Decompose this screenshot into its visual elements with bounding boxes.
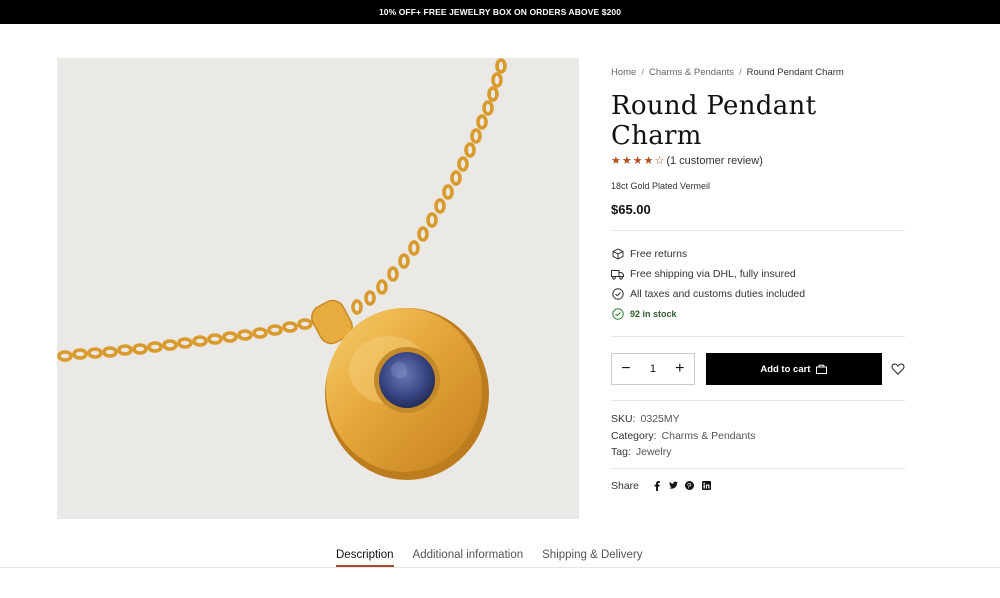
tabs-divider [0, 567, 1000, 568]
promo-banner: 10% OFF+ FREE JEWELRY BOX ON ORDERS ABOV… [0, 0, 1000, 24]
quantity-decrease-button[interactable]: − [620, 361, 632, 377]
heart-icon[interactable] [891, 362, 905, 376]
twitter-icon[interactable] [668, 481, 678, 491]
tab-description[interactable]: Description [336, 547, 394, 567]
truck-icon [611, 268, 624, 281]
tag-link[interactable]: Jewelry [636, 446, 672, 458]
promo-text: 10% OFF+ FREE JEWELRY BOX ON ORDERS ABOV… [378, 7, 622, 17]
sku-value: 0325MY [640, 413, 680, 425]
feature-taxes-included: All taxes and customs duties included [611, 284, 905, 304]
pinterest-icon[interactable] [685, 481, 695, 491]
share-row: Share [611, 480, 905, 492]
breadcrumb-separator: / [739, 67, 742, 78]
category-row: Category: Charms & Pendants [611, 428, 905, 445]
sku-row: SKU: 0325MY [611, 411, 905, 428]
star-rating-icon: ★★★★☆ [611, 155, 666, 167]
review-count-link[interactable]: (1 customer review) [666, 154, 763, 168]
shopping-bag-icon [816, 364, 828, 374]
stock-status: 92 in stock [611, 304, 905, 324]
product-info: Home / Charms & Pendants / Round Pendant Cha… [611, 58, 905, 492]
breadcrumb: Home / Charms & Pendants / Round Pendant Cha… [611, 67, 905, 79]
gold-pendant-necklace-image [57, 58, 507, 480]
product-image[interactable] [57, 58, 579, 519]
product-meta: SKU: 0325MY Category: Charms & Pendants Ta… [611, 411, 905, 461]
check-circle-icon [611, 288, 624, 301]
breadcrumb-home[interactable]: Home [611, 67, 636, 78]
add-to-cart-label: Add to cart [760, 363, 811, 375]
feature-text: Free shipping via DHL, fully insured [630, 268, 796, 280]
product-rating: ★★★★☆ (1 customer review) [611, 154, 905, 168]
feature-free-shipping: Free shipping via DHL, fully insured [611, 264, 905, 284]
tab-additional-information[interactable]: Additional information [413, 547, 524, 567]
product-material: 18ct Gold Plated Vermeil [611, 181, 711, 191]
tag-row: Tag: Jewelry [611, 444, 905, 461]
feature-text: Free returns [630, 248, 688, 260]
product-tabs: Description Additional information Shipp… [336, 547, 661, 567]
facebook-icon[interactable] [652, 480, 661, 491]
product-price: $65.00 [611, 202, 651, 217]
purchase-row: − 1 + Add to cart [611, 353, 905, 385]
breadcrumb-current: Round Pendant Charm [746, 67, 844, 78]
breadcrumb-category[interactable]: Charms & Pendants [649, 67, 734, 78]
category-label: Category: [611, 429, 657, 442]
linkedin-icon[interactable] [701, 481, 711, 491]
quantity-increase-button[interactable]: + [674, 361, 686, 377]
breadcrumb-separator: / [641, 67, 644, 78]
quantity-input[interactable]: 1 [650, 363, 656, 375]
sku-label: SKU: [611, 413, 636, 425]
quantity-stepper: − 1 + [611, 353, 695, 385]
category-link[interactable]: Charms & Pendants [662, 430, 756, 442]
add-to-cart-button[interactable]: Add to cart [705, 353, 883, 385]
feature-list: Free returns Free shipping via DHL, full… [611, 244, 905, 324]
check-circle-icon [611, 308, 624, 321]
tag-label: Tag: [611, 446, 631, 458]
divider [611, 336, 905, 337]
share-icons [652, 480, 718, 491]
box-icon [611, 248, 624, 261]
stock-text: 92 in stock [630, 309, 677, 319]
divider [611, 467, 905, 469]
feature-text: All taxes and customs duties included [630, 288, 806, 300]
product-title: Round Pendant Charm [611, 91, 817, 151]
feature-free-returns: Free returns [611, 244, 905, 264]
share-label: Share [611, 479, 640, 492]
divider [611, 230, 905, 231]
tab-shipping-delivery[interactable]: Shipping & Delivery [542, 547, 642, 567]
divider [611, 400, 905, 401]
